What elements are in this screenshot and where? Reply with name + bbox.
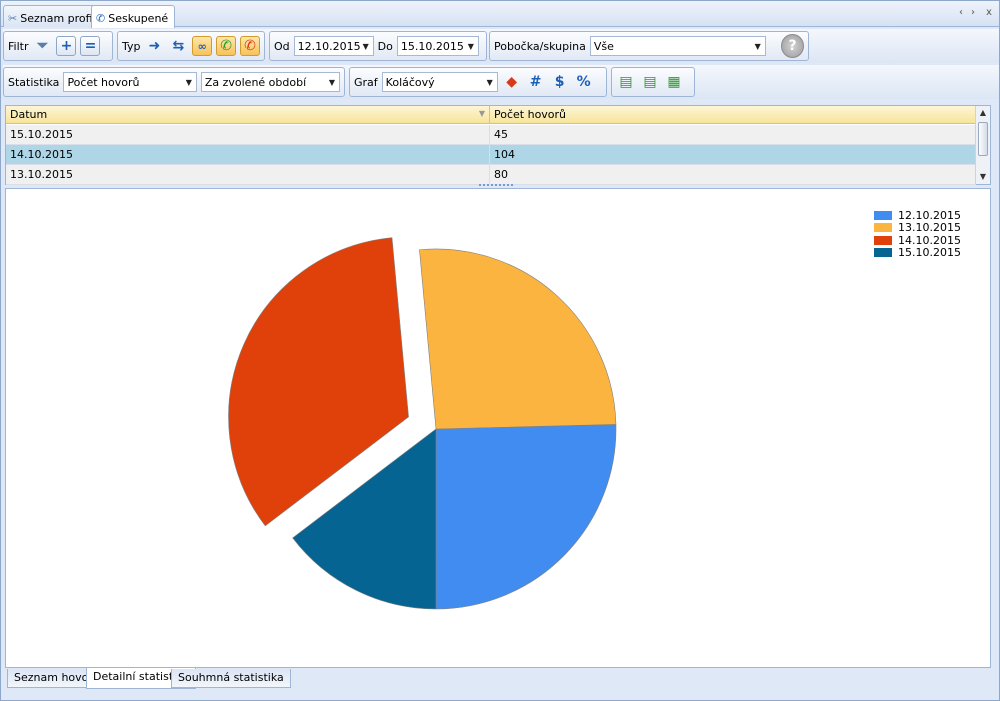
toolbar-row-2: Statistika Počet hovorů ▼ Za zvolené obd… — [3, 65, 999, 99]
column-header-label: Počet hovorů — [494, 108, 567, 121]
tab-souhrnna-statistika[interactable]: Souhmná statistika — [171, 669, 291, 688]
chart-type-value: Koláčový — [385, 75, 435, 89]
legend-item: 15.10.2015 — [874, 246, 961, 260]
pie-slice-12.10.2015 — [435, 424, 617, 610]
type-group: Typ ➜ ⇆ ∞ ✆ ✆ — [117, 31, 265, 61]
close-icon[interactable]: x — [986, 7, 992, 18]
legend-swatch — [874, 223, 892, 233]
missed-call-icon[interactable]: ✆ — [240, 36, 260, 56]
grid-header: Datum ▼ Počet hovorů — [6, 106, 976, 124]
chevron-down-icon[interactable]: ▼ — [182, 73, 196, 91]
cell-datum: 15.10.2015 — [6, 125, 490, 144]
sort-icon: ▼ — [478, 109, 485, 118]
cell-datum: 13.10.2015 — [6, 165, 490, 184]
chevron-down-icon[interactable]: ▼ — [751, 37, 765, 55]
legend-swatch — [874, 248, 892, 258]
add-filter-button[interactable]: + — [56, 36, 77, 56]
outgoing-call-icon[interactable]: ⇆ — [168, 36, 188, 56]
percent-button[interactable]: % — [574, 72, 594, 92]
branch-select[interactable]: Vše ▼ — [589, 36, 766, 56]
legend-item: 14.10.2015 — [874, 234, 961, 247]
chevron-down-icon[interactable]: ▼ — [483, 73, 497, 91]
app-window: ✂ Seznam profilů ✆ Seskupené ‹ › x Filtr… — [0, 0, 1000, 701]
scroll-right-icon[interactable]: › — [971, 7, 975, 18]
cell-datum: 14.10.2015 — [6, 145, 490, 164]
tab-label: Seskupené — [108, 12, 169, 25]
tools-icon: ✂ — [8, 11, 18, 25]
bottom-tabstrip: Seznam hovorů Detailní statistika Souhmn… — [5, 668, 991, 689]
data-grid: Datum ▼ Počet hovorů 15.10.2015 45 14.10… — [5, 105, 991, 185]
scroll-up-icon[interactable]: ▲ — [976, 106, 990, 120]
internal-call-icon[interactable]: ∞ — [192, 36, 213, 56]
cell-pocet: 80 — [490, 165, 976, 184]
date-from-picker[interactable]: 12.10.2015 ▼ — [293, 36, 374, 56]
legend-label: 15.10.2015 — [898, 246, 961, 260]
type-label: Typ — [122, 39, 141, 53]
scroll-thumb[interactable] — [978, 122, 988, 156]
to-label: Do — [377, 39, 393, 53]
legend-item: 12.10.2015 — [874, 209, 961, 222]
column-header-label: Datum — [10, 108, 48, 121]
chart-legend: 12.10.2015 13.10.2015 14.10.2015 15.10.2015 — [874, 209, 961, 259]
period-value: Za zvolené období — [204, 75, 307, 89]
dollar-button[interactable]: $ — [550, 72, 570, 92]
date-to-picker[interactable]: 15.10.2015 ▼ — [396, 36, 479, 56]
branch-group: Pobočka/skupina Vše ▼ ? — [489, 31, 809, 61]
table-row[interactable]: 15.10.2015 45 — [6, 125, 976, 145]
pie-chart — [228, 237, 617, 610]
legend-label: 12.10.2015 — [898, 208, 961, 222]
statistics-label: Statistika — [8, 75, 60, 89]
branch-value: Vše — [593, 39, 614, 53]
legend-swatch — [874, 235, 892, 245]
chart-area: 12.10.2015 13.10.2015 14.10.2015 15.10.2015 — [5, 188, 991, 668]
legend-label: 14.10.2015 — [898, 233, 961, 247]
legend-swatch — [874, 210, 892, 220]
pie-slice-13.10.2015 — [419, 248, 617, 430]
column-header-pocet[interactable]: Počet hovorů — [490, 106, 976, 124]
document-tabstrip: ✂ Seznam profilů ✆ Seskupené ‹ › x — [1, 1, 999, 28]
date-to-value: 15.10.2015 — [400, 39, 464, 53]
filter-label: Filtr — [8, 39, 29, 53]
column-header-datum[interactable]: Datum ▼ — [6, 106, 490, 124]
statistics-group: Statistika Počet hovorů ▼ Za zvolené obd… — [3, 67, 345, 97]
from-label: Od — [274, 39, 290, 53]
export-group: ▤ ▤ ▦ — [611, 67, 695, 97]
scroll-down-icon[interactable]: ▼ — [976, 170, 990, 184]
table-row[interactable]: 14.10.2015 104 — [6, 145, 976, 165]
toolbar-row-1: Filtr ⏷ + = Typ ➜ ⇆ ∞ ✆ ✆ Od 12.10.2015 … — [3, 29, 999, 63]
eraser-icon[interactable]: ◆ — [502, 72, 522, 92]
help-icon[interactable]: ? — [781, 34, 804, 58]
export-doc-icon[interactable]: ▤ — [616, 72, 636, 92]
equals-filter-button[interactable]: = — [80, 36, 101, 56]
answered-call-icon[interactable]: ✆ — [216, 36, 237, 56]
tab-seskupene[interactable]: ✆ Seskupené — [91, 5, 176, 28]
grid-scrollbar[interactable]: ▲ ▼ — [975, 106, 990, 184]
hash-button[interactable]: # — [526, 72, 546, 92]
chevron-down-icon[interactable]: ▼ — [325, 73, 339, 91]
scroll-left-icon[interactable]: ‹ — [959, 7, 963, 18]
cell-pocet: 45 — [490, 125, 976, 144]
funnel-icon[interactable]: ⏷ — [32, 36, 52, 56]
legend-item: 13.10.2015 — [874, 221, 961, 235]
date-from-value: 12.10.2015 — [297, 39, 361, 53]
cell-pocet: 104 — [490, 145, 976, 164]
phone-icon: ✆ — [96, 12, 106, 25]
chart-type-group: Graf Koláčový ▼ ◆ # $ % — [349, 67, 607, 97]
incoming-call-icon[interactable]: ➜ — [145, 36, 165, 56]
period-select[interactable]: Za zvolené období ▼ — [200, 72, 340, 92]
chart-type-select[interactable]: Koláčový ▼ — [381, 72, 498, 92]
table-row[interactable]: 13.10.2015 80 — [6, 165, 976, 185]
export-excel-icon[interactable]: ▦ — [664, 72, 684, 92]
filter-group: Filtr ⏷ + = — [3, 31, 113, 61]
legend-label: 13.10.2015 — [898, 221, 961, 235]
chart-type-label: Graf — [354, 75, 378, 89]
date-range-group: Od 12.10.2015 ▼ Do 15.10.2015 ▼ — [269, 31, 487, 61]
export-pdf-icon[interactable]: ▤ — [640, 72, 660, 92]
chevron-down-icon[interactable]: ▼ — [359, 37, 373, 55]
statistics-select[interactable]: Počet hovorů ▼ — [63, 72, 197, 92]
branch-label: Pobočka/skupina — [494, 39, 586, 53]
statistics-value: Počet hovorů — [67, 75, 140, 89]
chevron-down-icon[interactable]: ▼ — [464, 37, 478, 55]
splitter-handle[interactable] — [479, 184, 513, 187]
